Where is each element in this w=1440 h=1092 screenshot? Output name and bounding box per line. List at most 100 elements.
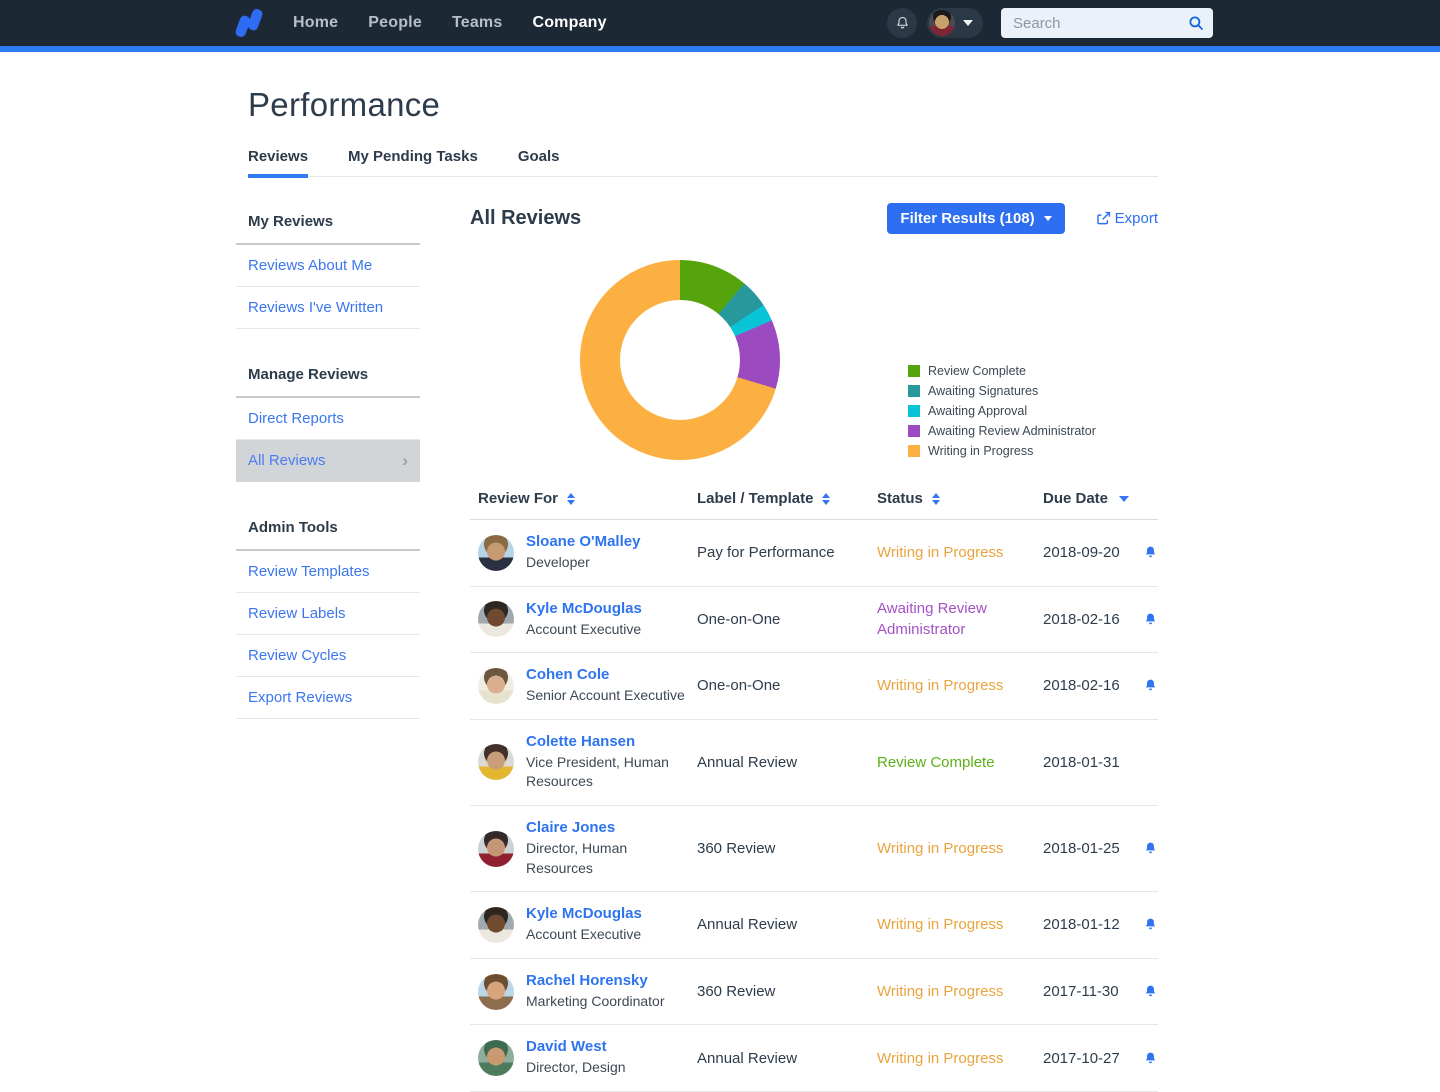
sidebar-section-header: My Reviews bbox=[236, 203, 420, 245]
avatar bbox=[478, 601, 514, 637]
avatar bbox=[478, 831, 514, 867]
sidebar-item-review-labels[interactable]: Review Labels › bbox=[236, 593, 420, 635]
filter-results-button[interactable]: Filter Results (108) bbox=[887, 203, 1064, 234]
sidebar-item-review-templates[interactable]: Review Templates › bbox=[236, 551, 420, 593]
table-row: Sloane O'Malley Developer Pay for Perfor… bbox=[470, 520, 1158, 587]
status-cell: Awaiting Review Administrator bbox=[877, 598, 1043, 640]
sidebar-item-export-reviews[interactable]: Export Reviews › bbox=[236, 677, 420, 719]
employee-title: Senior Account Executive bbox=[526, 686, 685, 706]
sidebar-item-label: Export Reviews bbox=[248, 689, 352, 706]
due-date-cell: 2018-01-25 bbox=[1043, 840, 1143, 857]
table-row: David West Director, Design Annual Revie… bbox=[470, 1025, 1158, 1092]
sidebar-section-header: Manage Reviews bbox=[236, 356, 420, 398]
due-date-cell: 2017-10-27 bbox=[1043, 1050, 1143, 1067]
legend-item: Writing in Progress bbox=[908, 444, 1096, 458]
employee-name-link[interactable]: Colette Hansen bbox=[526, 733, 687, 750]
sidebar-section: Admin Tools Review Templates › Review La… bbox=[236, 509, 420, 719]
reminder-bell-icon[interactable] bbox=[1143, 841, 1158, 856]
legend-item: Review Complete bbox=[908, 364, 1096, 378]
employee-name-link[interactable]: Kyle McDouglas bbox=[526, 905, 642, 922]
avatar bbox=[478, 535, 514, 571]
column-header-label-template[interactable]: Label / Template bbox=[697, 486, 877, 519]
nav-item-teams[interactable]: Teams bbox=[452, 14, 503, 32]
reminder-bell-icon[interactable] bbox=[1143, 678, 1158, 693]
employee-name-link[interactable]: Claire Jones bbox=[526, 819, 687, 836]
export-label: Export bbox=[1115, 210, 1158, 227]
employee-title: Vice President, Human Resources bbox=[526, 753, 687, 792]
employee-title: Marketing Coordinator bbox=[526, 992, 665, 1012]
column-header-status[interactable]: Status bbox=[877, 486, 1043, 519]
employee-name-link[interactable]: Kyle McDouglas bbox=[526, 600, 642, 617]
reminder-bell-icon[interactable] bbox=[1143, 612, 1158, 627]
status-cell: Writing in Progress bbox=[877, 1048, 1043, 1069]
chevron-down-icon bbox=[963, 20, 973, 26]
search-icon[interactable] bbox=[1187, 14, 1205, 37]
label-template-cell: Annual Review bbox=[697, 754, 877, 771]
label-template-cell: Annual Review bbox=[697, 1050, 877, 1067]
tab-my-pending-tasks[interactable]: My Pending Tasks bbox=[348, 148, 478, 176]
reminder-bell-icon[interactable] bbox=[1143, 1051, 1158, 1066]
legend-label: Awaiting Approval bbox=[928, 404, 1027, 418]
notifications-button[interactable] bbox=[887, 8, 917, 38]
filter-results-label: Filter Results (108) bbox=[900, 210, 1034, 227]
label-template-cell: Annual Review bbox=[697, 916, 877, 933]
sidebar-item-label: Review Cycles bbox=[248, 647, 346, 664]
sidebar-item-all-reviews[interactable]: All Reviews › bbox=[236, 440, 420, 482]
legend-swatch bbox=[908, 405, 920, 417]
tab-goals[interactable]: Goals bbox=[518, 148, 560, 176]
sort-icon bbox=[932, 493, 940, 505]
namely-logo-icon bbox=[232, 6, 266, 40]
legend-item: Awaiting Review Administrator bbox=[908, 424, 1096, 438]
nav-item-people[interactable]: People bbox=[368, 14, 422, 32]
avatar bbox=[929, 10, 955, 36]
status-cell: Review Complete bbox=[877, 752, 1043, 773]
avatar bbox=[478, 1040, 514, 1076]
sort-icon bbox=[567, 493, 575, 505]
due-date-cell: 2018-02-16 bbox=[1043, 677, 1143, 694]
sidebar: My Reviews Reviews About Me › Reviews I'… bbox=[236, 203, 420, 1092]
table-row: Rachel Horensky Marketing Coordinator 36… bbox=[470, 959, 1158, 1026]
export-button[interactable]: Export bbox=[1095, 210, 1158, 227]
tab-reviews[interactable]: Reviews bbox=[248, 148, 308, 176]
sidebar-item-review-cycles[interactable]: Review Cycles › bbox=[236, 635, 420, 677]
user-menu[interactable] bbox=[927, 8, 983, 38]
sidebar-item-label: All Reviews bbox=[248, 452, 326, 469]
legend-swatch bbox=[908, 425, 920, 437]
sidebar-item-label: Review Labels bbox=[248, 605, 346, 622]
sidebar-item-reviews-about-me[interactable]: Reviews About Me › bbox=[236, 245, 420, 287]
label-template-cell: One-on-One bbox=[697, 611, 877, 628]
employee-name-link[interactable]: Sloane O'Malley bbox=[526, 533, 640, 550]
reminder-bell-icon[interactable] bbox=[1143, 984, 1158, 999]
export-icon bbox=[1095, 210, 1112, 227]
accent-bar bbox=[0, 46, 1440, 52]
reminder-bell-icon[interactable] bbox=[1143, 545, 1158, 560]
legend-item: Awaiting Signatures bbox=[908, 384, 1096, 398]
status-cell: Writing in Progress bbox=[877, 838, 1043, 859]
reminder-bell-icon[interactable] bbox=[1143, 917, 1158, 932]
label-template-cell: One-on-One bbox=[697, 677, 877, 694]
table-row: Claire Jones Director, Human Resources 3… bbox=[470, 806, 1158, 892]
bell-icon bbox=[894, 15, 911, 32]
column-header-due-date[interactable]: Due Date bbox=[1043, 486, 1143, 519]
search-input[interactable] bbox=[1001, 8, 1213, 38]
employee-name-link[interactable]: Rachel Horensky bbox=[526, 972, 665, 989]
employee-title: Director, Design bbox=[526, 1058, 626, 1078]
employee-title: Account Executive bbox=[526, 620, 642, 640]
nav-item-home[interactable]: Home bbox=[293, 14, 338, 32]
employee-title: Developer bbox=[526, 553, 640, 573]
due-date-cell: 2018-01-12 bbox=[1043, 916, 1143, 933]
chevron-right-icon: › bbox=[402, 452, 408, 469]
top-nav: Home People Teams Company bbox=[0, 0, 1440, 46]
page-tabs: Reviews My Pending Tasks Goals bbox=[248, 148, 1158, 177]
namely-logo[interactable] bbox=[232, 6, 266, 40]
sidebar-item-direct-reports[interactable]: Direct Reports › bbox=[236, 398, 420, 440]
legend-label: Review Complete bbox=[928, 364, 1026, 378]
employee-name-link[interactable]: Cohen Cole bbox=[526, 666, 685, 683]
due-date-cell: 2018-01-31 bbox=[1043, 754, 1143, 771]
nav-item-company[interactable]: Company bbox=[532, 14, 606, 32]
sidebar-item-label: Review Templates bbox=[248, 563, 369, 580]
column-header-review-for[interactable]: Review For bbox=[470, 486, 697, 519]
employee-name-link[interactable]: David West bbox=[526, 1038, 626, 1055]
status-cell: Writing in Progress bbox=[877, 981, 1043, 1002]
sidebar-item-reviews-i-ve-written[interactable]: Reviews I've Written › bbox=[236, 287, 420, 329]
